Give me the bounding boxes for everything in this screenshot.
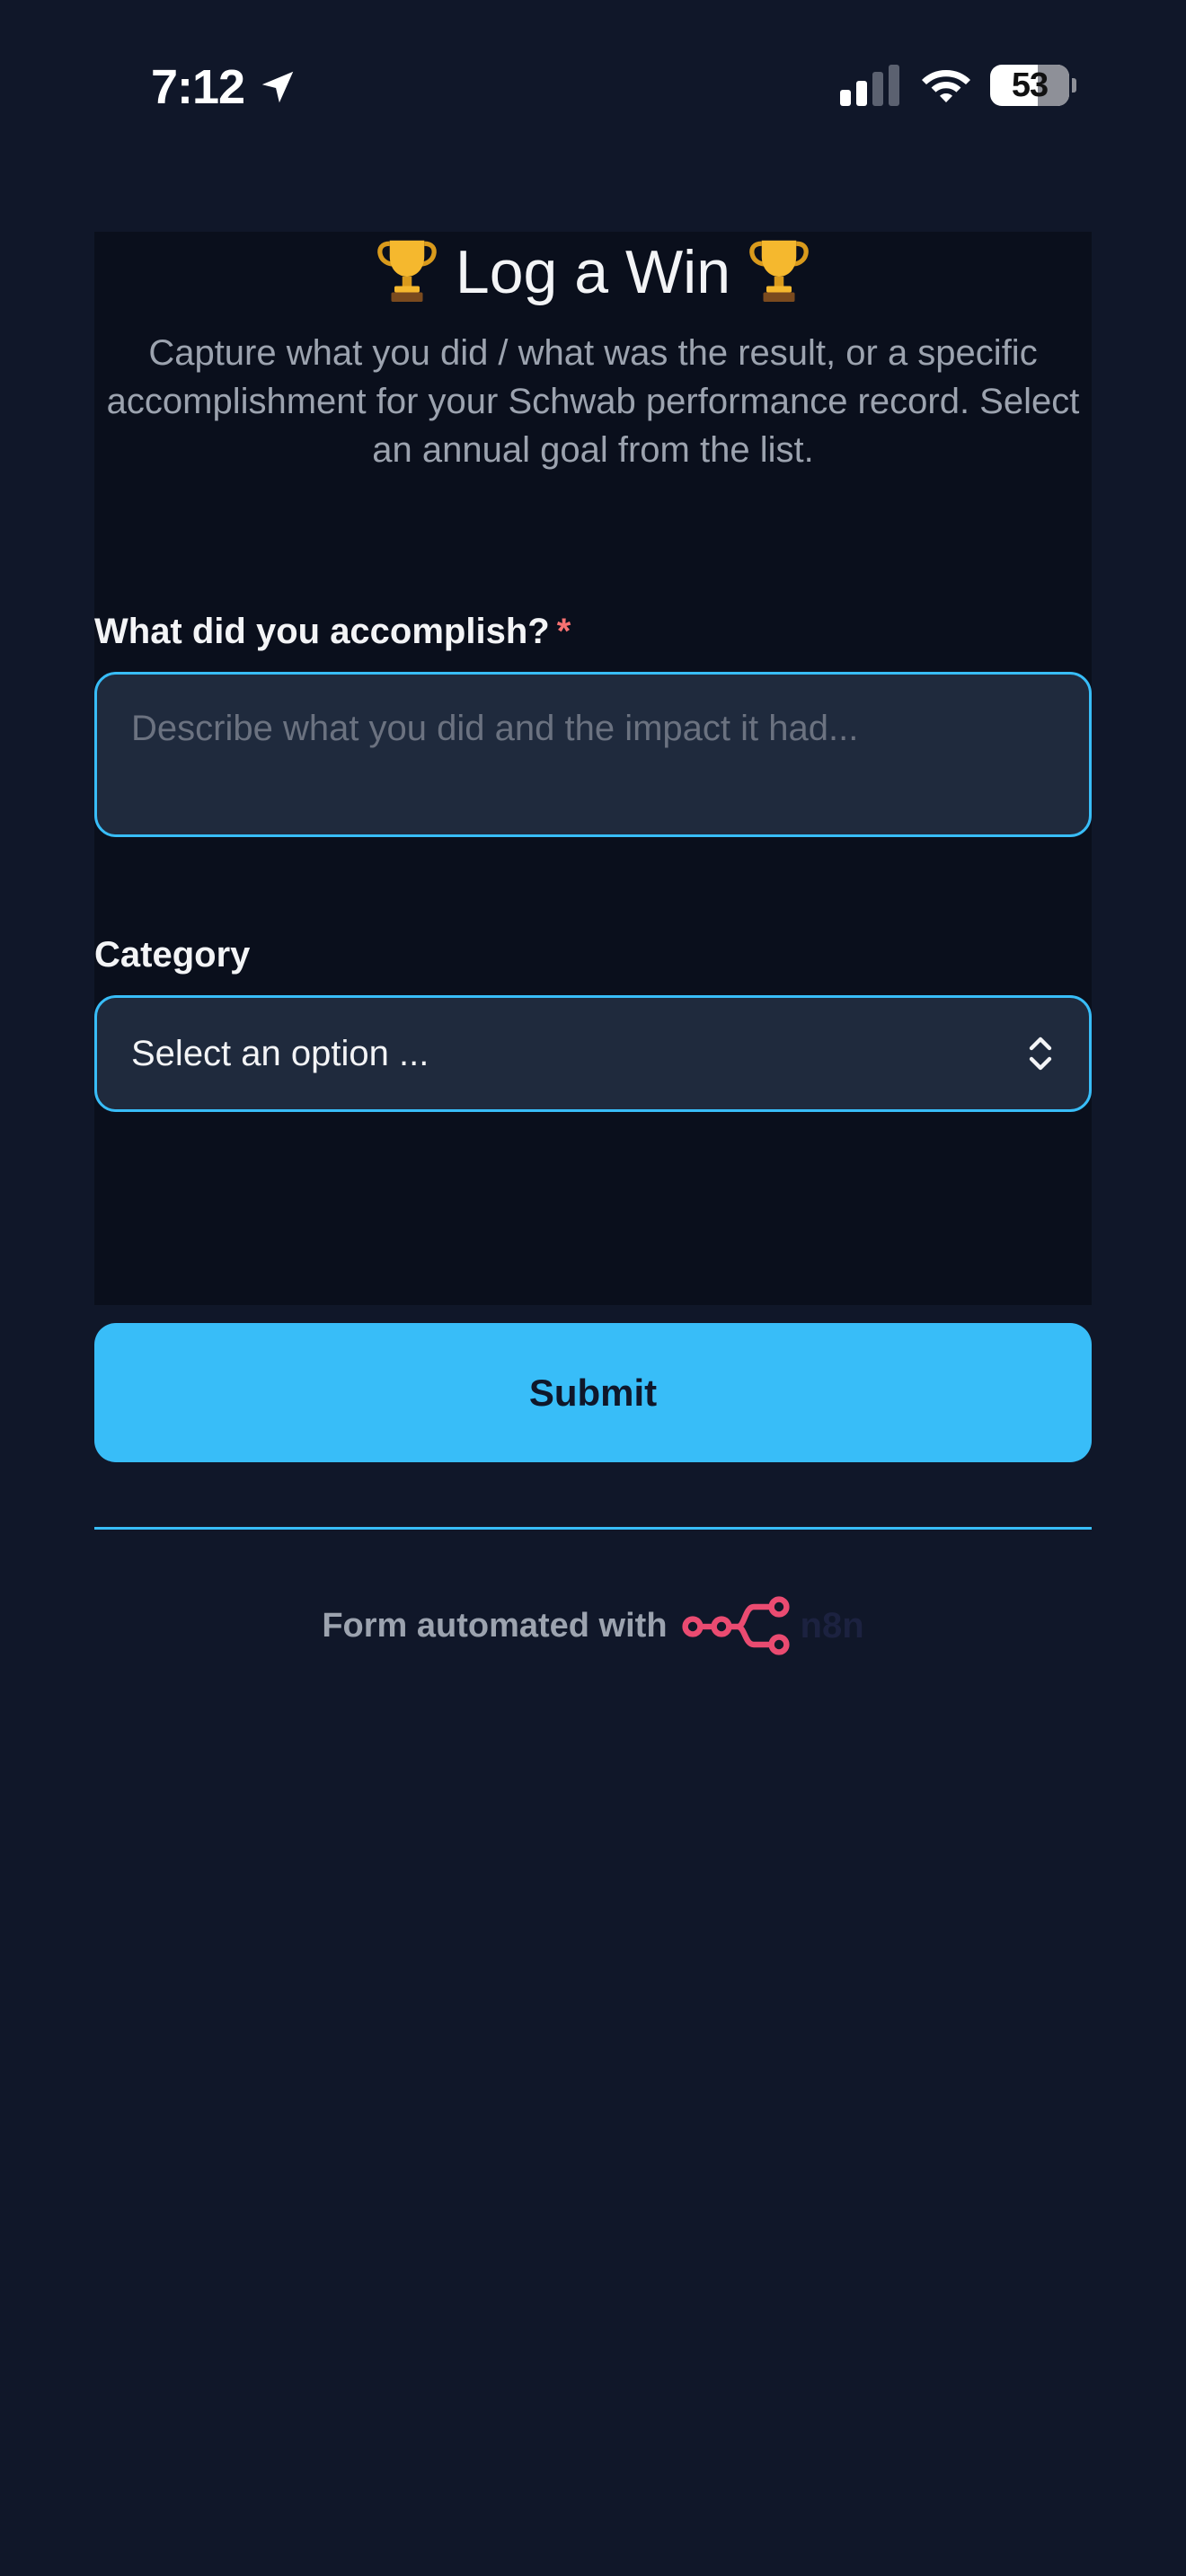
trophy-icon — [377, 240, 437, 302]
footer-divider — [94, 1527, 1092, 1530]
category-label: Category — [94, 935, 251, 975]
battery-icon: 53 — [990, 65, 1076, 106]
footer: Form automated with n8n — [0, 1594, 1186, 1657]
battery-cap — [1072, 78, 1076, 93]
form-title: Log a Win — [94, 232, 1092, 313]
footer-text: Form automated with — [322, 1606, 668, 1645]
submit-button[interactable]: Submit — [94, 1323, 1092, 1462]
category-select[interactable]: Select an option ... — [94, 995, 1092, 1112]
wifi-icon — [922, 70, 970, 102]
accomplishment-placeholder: Describe what you did and the impact it … — [131, 709, 859, 748]
screen: 7:12 53 Log a Win Capture what you did /… — [0, 0, 1186, 2576]
trophy-icon — [749, 240, 809, 302]
accomplishment-textarea[interactable]: Describe what you did and the impact it … — [94, 672, 1092, 837]
chevron-up-down-icon — [1029, 1037, 1052, 1071]
category-selected-value: Select an option ... — [131, 1033, 429, 1073]
status-bar-time: 7:12 — [151, 56, 298, 119]
form-title-text: Log a Win — [455, 238, 731, 306]
required-marker: * — [556, 612, 571, 651]
form-card: Log a Win Capture what you did / what wa… — [94, 232, 1092, 1305]
location-arrow-icon — [261, 71, 294, 103]
n8n-brand-name[interactable]: n8n — [801, 1606, 864, 1646]
accomplishment-label: What did you accomplish? * — [94, 609, 571, 654]
battery-level: 53 — [990, 65, 1069, 106]
n8n-logo-icon[interactable] — [681, 1596, 792, 1655]
accomplishment-label-text: What did you accomplish? — [94, 612, 550, 651]
form-description: Capture what you did / what was the resu… — [106, 333, 1080, 470]
clock-text: 7:12 — [151, 60, 245, 114]
cellular-signal-icon — [840, 65, 899, 106]
